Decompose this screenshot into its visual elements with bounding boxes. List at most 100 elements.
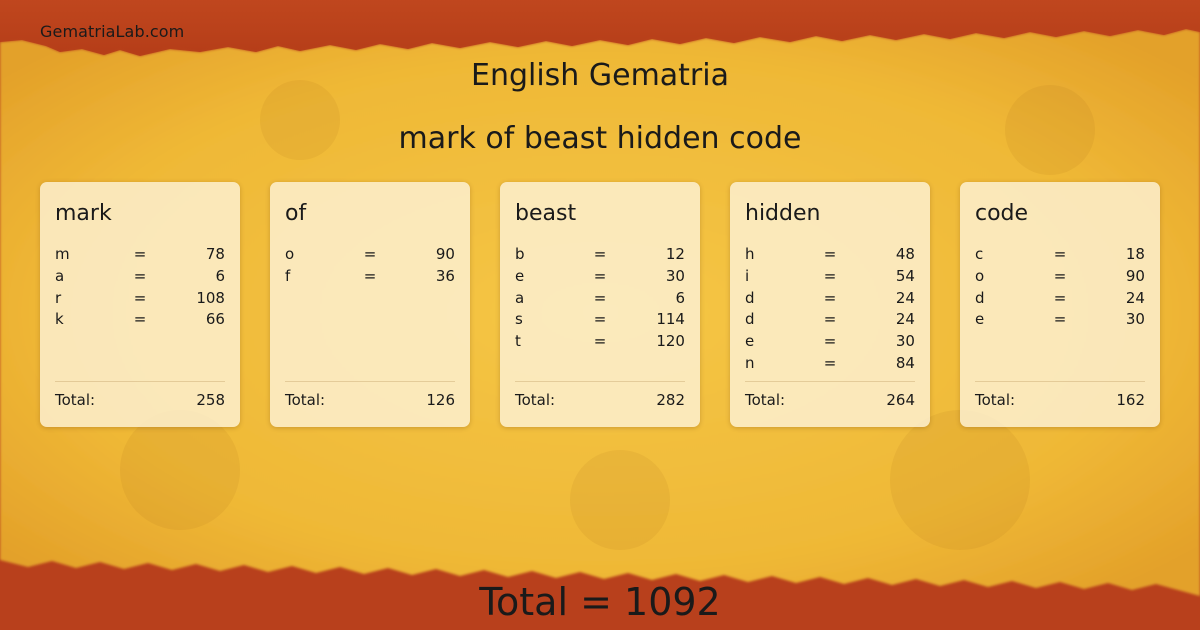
card-word: code	[975, 201, 1029, 226]
letter: h	[745, 245, 755, 263]
letter: b	[515, 245, 525, 263]
letter: d	[745, 310, 755, 329]
letter: s	[515, 310, 523, 329]
equals-sign: =	[593, 288, 607, 307]
equals-sign: =	[1053, 245, 1067, 263]
word-cards: mark m = 78 a = 6 r = 108 k = 66 Total: 258 of o = 90 f = 36 T…	[40, 182, 1160, 427]
letter: i	[745, 266, 750, 285]
letter-row: e = 30	[515, 266, 685, 288]
letter: e	[515, 266, 525, 285]
letter: n	[745, 353, 755, 372]
equals-sign: =	[823, 288, 837, 307]
equals-sign: =	[823, 332, 837, 351]
letter-value: 24	[895, 288, 915, 307]
word-card: hidden h = 48 i = 54 d = 24 d = 24 e = 30 n = 84 Total: 264	[730, 182, 930, 427]
letter-value: 78	[205, 245, 225, 263]
letter: d	[975, 288, 985, 307]
letter-list: b = 12 e = 30 a = 6 s = 114 t = 120	[515, 244, 685, 353]
equals-sign: =	[363, 245, 377, 263]
letter: t	[515, 332, 521, 351]
letter: d	[745, 288, 755, 307]
letter: a	[55, 266, 65, 285]
total-value: 258	[196, 391, 225, 409]
letter: o	[285, 245, 295, 263]
total-value: 282	[656, 391, 685, 409]
equals-sign: =	[363, 266, 377, 285]
letter: c	[975, 245, 984, 263]
equals-sign: =	[1053, 266, 1067, 285]
equals-sign: =	[1053, 310, 1067, 329]
card-total: Total: 282	[515, 391, 685, 409]
letter-list: h = 48 i = 54 d = 24 d = 24 e = 30 n = 84	[745, 244, 915, 375]
letter: e	[745, 332, 755, 351]
letter-row: d = 24	[745, 288, 915, 310]
page-title: English Gematria	[471, 58, 729, 93]
equals-sign: =	[593, 332, 607, 351]
letter-list: m = 78 a = 6 r = 108 k = 66	[55, 244, 225, 331]
letter-row: d = 24	[745, 309, 915, 331]
letter-row: b = 12	[515, 244, 685, 266]
letter-row: n = 84	[745, 353, 915, 375]
total-value: 264	[886, 391, 915, 409]
word-card: code c = 18 o = 90 d = 24 e = 30 Total: 162	[960, 182, 1160, 427]
equals-sign: =	[823, 266, 837, 285]
equals-sign: =	[823, 353, 837, 372]
letter-row: o = 90	[285, 244, 455, 266]
word-card: of o = 90 f = 36 Total: 126	[270, 182, 470, 427]
letter-value: 90	[435, 245, 455, 263]
letter-value: 36	[435, 266, 455, 285]
card-total: Total: 264	[745, 391, 915, 409]
letter-value: 90	[1125, 266, 1145, 285]
letter-row: i = 54	[745, 266, 915, 288]
letter-row: h = 48	[745, 244, 915, 266]
letter-row: c = 18	[975, 244, 1145, 266]
divider	[55, 381, 225, 382]
card-word: mark	[55, 201, 112, 226]
letter-row: a = 6	[55, 266, 225, 288]
divider	[745, 381, 915, 382]
total-value: 126	[426, 391, 455, 409]
equals-sign: =	[133, 310, 147, 329]
letter-row: o = 90	[975, 266, 1145, 288]
word-card: beast b = 12 e = 30 a = 6 s = 114 t = 120 Total: 282	[500, 182, 700, 427]
letter-value: 6	[215, 266, 225, 285]
card-total: Total: 162	[975, 391, 1145, 409]
equals-sign: =	[133, 288, 147, 307]
divider	[975, 381, 1145, 382]
letter-value: 6	[675, 288, 685, 307]
word-card: mark m = 78 a = 6 r = 108 k = 66 Total: 258	[40, 182, 240, 427]
letter-value: 84	[895, 353, 915, 372]
letter-list: o = 90 f = 36	[285, 244, 455, 288]
letter-value: 66	[205, 310, 225, 329]
divider	[285, 381, 455, 382]
letter-row: f = 36	[285, 266, 455, 288]
letter-value: 24	[895, 310, 915, 329]
letter-row: a = 6	[515, 288, 685, 310]
letter-value: 114	[656, 310, 685, 329]
letter-row: m = 78	[55, 244, 225, 266]
card-word: beast	[515, 201, 577, 226]
equals-sign: =	[823, 310, 837, 329]
letter-value: 48	[895, 245, 915, 263]
total-label: Total:	[515, 391, 556, 409]
letter: a	[515, 288, 525, 307]
letter-value: 30	[1125, 310, 1145, 329]
letter-value: 18	[1125, 245, 1145, 263]
letter: o	[975, 266, 985, 285]
letter-value: 30	[665, 266, 685, 285]
equals-sign: =	[133, 266, 147, 285]
letter-row: k = 66	[55, 309, 225, 331]
grand-total: Total = 1092	[479, 580, 721, 624]
site-logo[interactable]: GematriaLab.com	[40, 22, 184, 41]
card-word: of	[285, 201, 307, 226]
total-label: Total:	[285, 391, 326, 409]
equals-sign: =	[593, 266, 607, 285]
card-total: Total: 126	[285, 391, 455, 409]
letter-value: 54	[895, 266, 915, 285]
letter-row: e = 30	[745, 331, 915, 353]
equals-sign: =	[1053, 288, 1067, 307]
total-label: Total:	[55, 391, 96, 409]
letter-row: s = 114	[515, 309, 685, 331]
total-label: Total:	[745, 391, 786, 409]
divider	[515, 381, 685, 382]
